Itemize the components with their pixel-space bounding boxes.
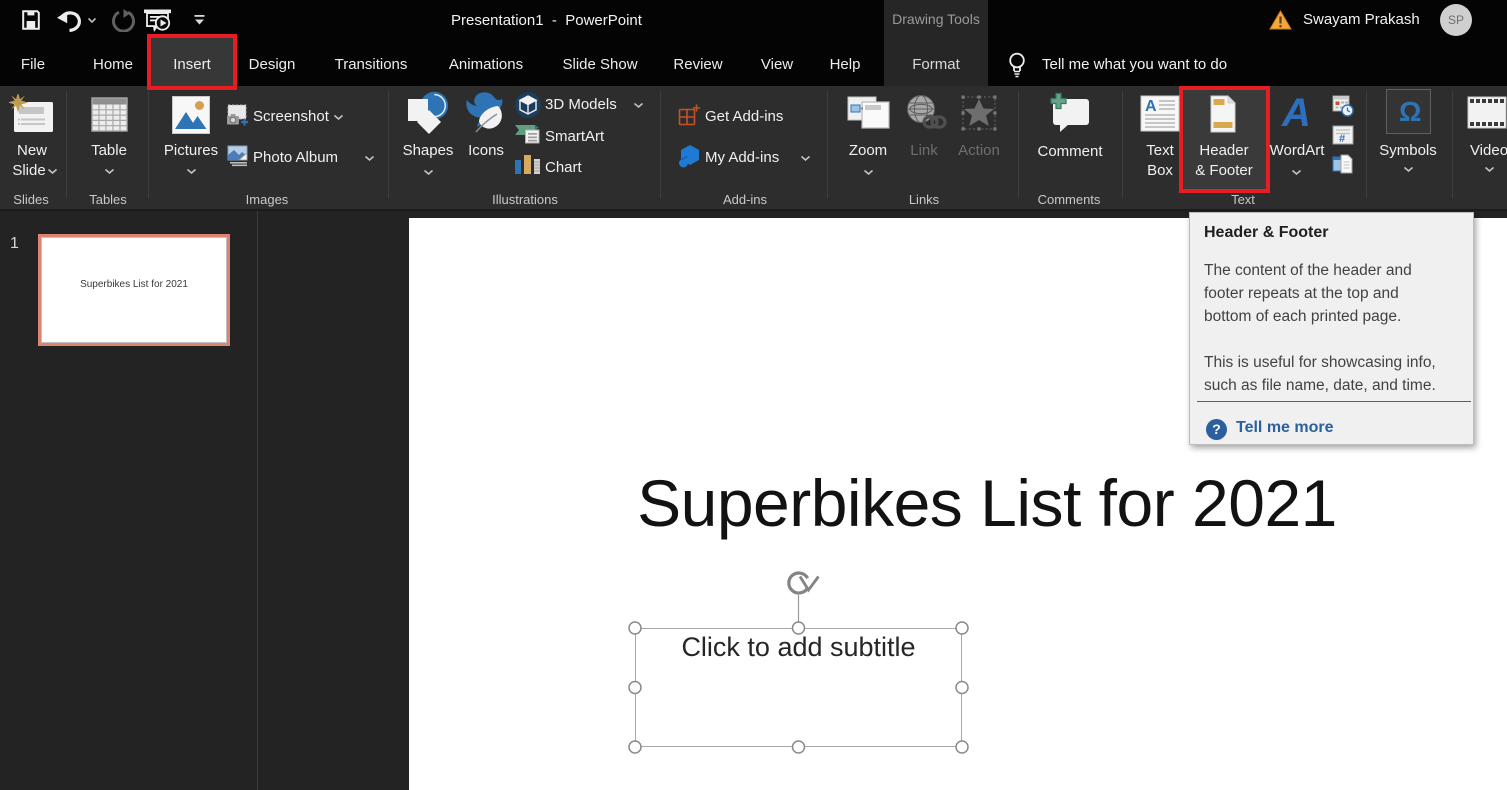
- svg-text:#: #: [1339, 133, 1345, 145]
- svg-text:A: A: [1145, 98, 1157, 115]
- svg-text:Ω: Ω: [1399, 96, 1421, 127]
- svg-text:A: A: [1281, 92, 1311, 134]
